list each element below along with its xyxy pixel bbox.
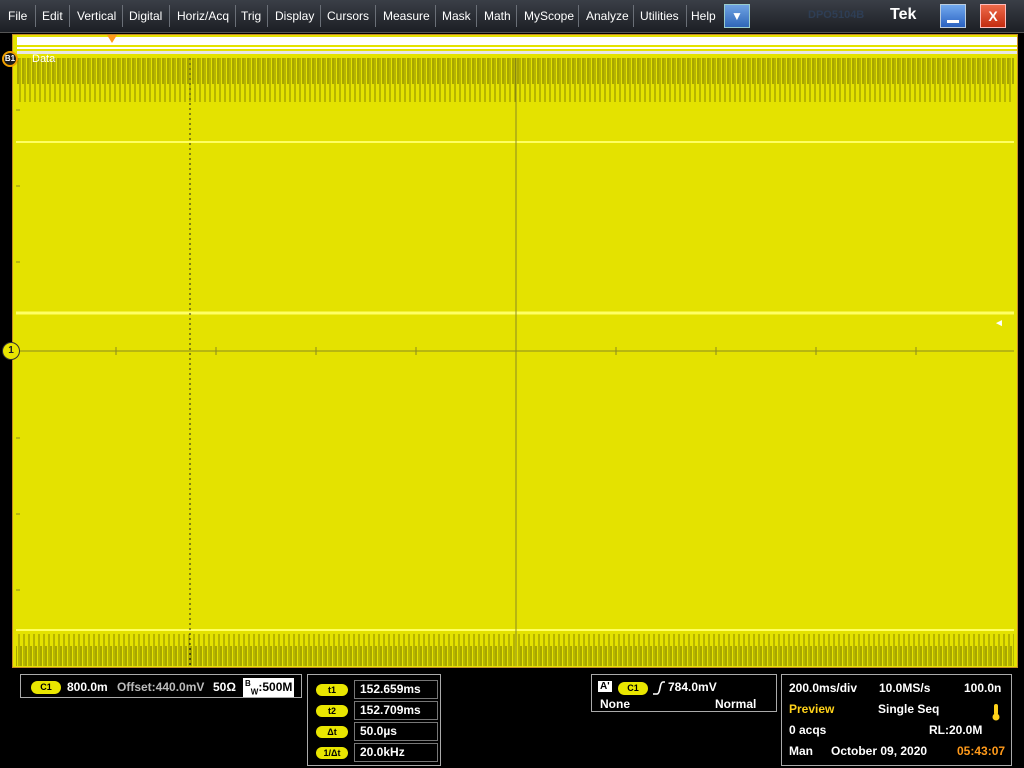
time-resolution: 100.0n [964, 681, 1002, 695]
cursor-label: t1 [316, 684, 348, 696]
menu-separator [169, 5, 170, 27]
acquisition-status: Preview [789, 702, 835, 716]
trigger-coupling: None [600, 697, 630, 711]
menu-utilities[interactable]: Utilities [634, 0, 685, 32]
thermometer-icon [992, 704, 1000, 721]
menu-myscope[interactable]: MyScope [518, 0, 580, 32]
cursor-value: 20.0kHz [354, 743, 438, 762]
cursor-value: 152.709ms [354, 701, 438, 720]
menu-help[interactable]: Help [685, 0, 722, 32]
menu-analyze[interactable]: Analyze [580, 0, 635, 32]
menu-separator [578, 5, 579, 27]
menu-measure[interactable]: Measure [377, 0, 436, 32]
menu-separator [476, 5, 477, 27]
channel-impedance: 50Ω [213, 680, 236, 694]
menu-display[interactable]: Display [269, 0, 320, 32]
bandwidth-value: :500M [258, 680, 293, 694]
menu-horiz-acq[interactable]: Horiz/Acq [171, 0, 235, 32]
channel-scale: 800.0m [67, 680, 108, 694]
waveform-graticule [16, 58, 1014, 666]
menu-trig[interactable]: Trig [235, 0, 267, 32]
trigger-source-badge: C1 [618, 682, 648, 695]
menu-dropdown-button[interactable]: ▼ [724, 4, 750, 28]
model-watermark: DPO5104B [808, 9, 865, 21]
channel-badge: C1 [31, 681, 61, 694]
menu-vertical[interactable]: Vertical [71, 0, 122, 32]
bus-b1-badge[interactable]: B1 [2, 51, 18, 67]
menu-separator [375, 5, 376, 27]
record-length: RL:20.0M [929, 723, 983, 737]
cursor-label: t2 [316, 705, 348, 717]
minimize-button[interactable] [940, 4, 966, 28]
bus-label: B1 [20, 36, 33, 47]
menu-edit[interactable]: Edit [36, 0, 69, 32]
cursor-row: 1/Δt 20.0kHz [314, 743, 438, 763]
channel-readout[interactable]: C1 800.0m Offset:440.0mV 50Ω BW:500M [20, 674, 302, 698]
channel-1-ground-marker[interactable]: 1 [2, 342, 20, 360]
menu-bar: File Edit Vertical Digital Horiz/Acq Tri… [0, 0, 1024, 33]
cursor-readout[interactable]: t1 152.659ms t2 152.709ms Δt 50.0µs 1/Δt… [307, 674, 441, 766]
menu-separator [69, 5, 70, 27]
minimize-icon [947, 20, 959, 23]
cursor-value: 50.0µs [354, 722, 438, 741]
acquisition-count: 0 acqs [789, 723, 827, 737]
bus-signal-label: Data [32, 53, 56, 65]
acquisition-time: 05:43:07 [957, 744, 1006, 758]
cursor-row: t1 152.659ms [314, 680, 438, 700]
trigger-level: 784.0mV [668, 680, 717, 694]
cursor-label: 1/Δt [316, 747, 348, 759]
menu-digital[interactable]: Digital [123, 0, 168, 32]
channel-offset: Offset:440.0mV [117, 680, 205, 694]
acquisition-readout[interactable]: 200.0ms/div 10.0MS/s 100.0n Preview Sing… [781, 674, 1012, 766]
tek-logo: Tek [890, 6, 917, 23]
menu-separator [267, 5, 268, 27]
sample-rate: 10.0MS/s [879, 681, 931, 695]
menu-cursors[interactable]: Cursors [321, 0, 375, 32]
rising-edge-icon [653, 681, 665, 695]
cursor-label: Δt [316, 726, 348, 738]
menu-math[interactable]: Math [478, 0, 517, 32]
close-button[interactable]: X [980, 4, 1006, 28]
cursor-row: t2 152.709ms [314, 701, 438, 721]
run-mode: Single Seq [878, 702, 940, 716]
trigger-position-marker[interactable] [107, 35, 117, 43]
cursor-row: Δt 50.0µs [314, 722, 438, 742]
acquisition-date: October 09, 2020 [831, 744, 928, 758]
menu-separator [516, 5, 517, 27]
cursor-value: 152.659ms [354, 680, 438, 699]
timebase-mode: Man [789, 744, 813, 758]
trigger-readout[interactable]: A' C1 784.0mV None Normal [591, 674, 777, 712]
menu-file[interactable]: File [2, 0, 33, 32]
horizontal-scale: 200.0ms/div [789, 681, 858, 695]
trigger-mode: Normal [715, 697, 757, 711]
bandwidth-limit: BW:500M [243, 678, 295, 698]
trigger-level-marker[interactable]: ◄ [994, 318, 1004, 329]
menu-mask[interactable]: Mask [436, 0, 477, 32]
trigger-type-badge: A' [598, 681, 612, 692]
